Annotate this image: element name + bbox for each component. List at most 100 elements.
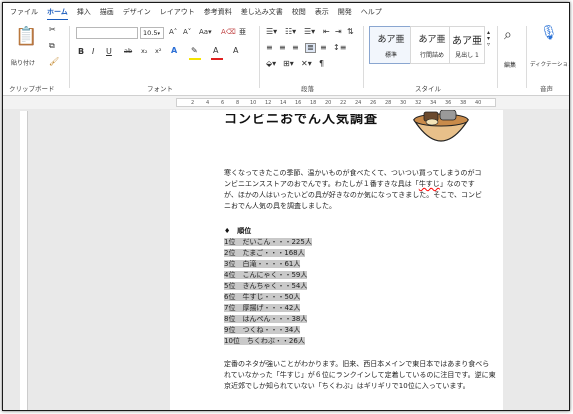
list-item: 6位 牛すじ・・・50人 — [224, 292, 312, 303]
search-icon[interactable]: ⌕ — [504, 28, 512, 42]
char-shading-button[interactable]: A — [233, 47, 238, 55]
list-item: 2位 たまご・・・168人 — [224, 248, 312, 259]
bullets-icon[interactable]: ☰▾ — [266, 28, 277, 36]
tab-mailings[interactable]: 差し込み文書 — [241, 7, 283, 17]
grow-font-icon[interactable]: A˄ — [169, 29, 177, 36]
paragraph-group-label: 段落 — [301, 85, 314, 93]
line-spacing-icon[interactable]: ↕≡ — [333, 44, 346, 52]
rank-text: 1位 だいこん・・・225人 — [224, 238, 312, 246]
align-right-icon[interactable]: ≡ — [292, 44, 299, 52]
tab-file[interactable]: ファイル — [10, 7, 38, 17]
style-sample: あア亜 — [377, 35, 405, 45]
rank-text: 2位 たまご・・・168人 — [224, 249, 305, 257]
dictation-label[interactable]: ディクテーション — [530, 60, 569, 68]
horizontal-ruler-bar: 2 4 6 8 10 12 14 16 18 20 22 24 26 28 30… — [3, 96, 569, 109]
style-heading-1[interactable]: あア亜 見出し 1 — [449, 26, 485, 64]
align-left-icon[interactable]: ≡ — [266, 44, 273, 52]
show-marks-icon[interactable]: ¶ — [319, 60, 324, 68]
list-item: 3位 白滝・・・・61人 — [224, 259, 312, 270]
document-page[interactable]: コンビニおでん人気調査 寒くなってきたこの季節、温かいものが食べたくて、ついつい… — [170, 110, 503, 410]
list-item: 5位 きんちゃく・・54人 — [224, 281, 312, 292]
justify-icon[interactable]: ≣ — [305, 43, 316, 53]
text-effects-button[interactable]: A — [171, 47, 177, 55]
tab-review[interactable]: 校閲 — [292, 7, 306, 17]
align-center-icon[interactable]: ≡ — [279, 44, 286, 52]
style-normal[interactable]: あア亜 標準 — [369, 26, 413, 64]
tab-home[interactable]: ホーム — [47, 7, 68, 21]
clipboard-group-label: クリップボード — [9, 85, 55, 93]
rank-text: 9位 つくね・・・34人 — [224, 326, 301, 334]
ranking-heading: ♦ 順位 — [224, 227, 252, 235]
microphone-icon[interactable]: 🎙 — [540, 26, 558, 40]
styles-more-icon[interactable]: ▴ ▾ ▿ — [487, 30, 490, 48]
rank-text: 10位 ちくわぶ・・26人 — [224, 337, 305, 345]
horizontal-ruler[interactable]: 2 4 6 8 10 12 14 16 18 20 22 24 26 28 30… — [176, 98, 496, 107]
highlight-button[interactable]: ✎ — [191, 47, 198, 55]
tab-help[interactable]: ヘルプ — [361, 7, 382, 17]
divider — [69, 26, 70, 88]
ruler-tick: 22 — [340, 100, 347, 106]
style-no-spacing[interactable]: あア亜 行間詰め — [410, 26, 454, 64]
tab-developer[interactable]: 開発 — [338, 7, 352, 17]
vertical-ruler[interactable] — [20, 111, 28, 410]
ruler-tick: 4 — [206, 100, 210, 106]
style-label: 見出し 1 — [455, 52, 479, 59]
style-sample: あア亜 — [452, 36, 482, 47]
tab-design[interactable]: デザイン — [123, 7, 151, 17]
distribute-icon[interactable]: ≡ — [320, 44, 327, 52]
editing-label[interactable]: 編集 — [504, 60, 516, 69]
styles-group: あア亜 標準 あア亜 行間詰め あア亜 見出し 1 ▴ ▾ ▿ スタイル — [365, 20, 495, 96]
document-title: コンビニおでん人気調査 — [224, 112, 379, 127]
rank-text: 3位 白滝・・・・61人 — [224, 260, 301, 268]
voice-group-label: 音声 — [540, 85, 553, 93]
increase-indent-icon[interactable]: ⇥ — [335, 28, 342, 36]
tab-draw[interactable]: 描画 — [100, 7, 114, 17]
font-name-select[interactable] — [76, 27, 138, 39]
sort-icon[interactable]: ⇅ — [347, 28, 354, 36]
font-color-bar — [211, 58, 223, 60]
divider — [363, 26, 364, 88]
phonetic-icon[interactable]: 亜 — [239, 29, 246, 36]
rank-text: 8位 はんぺん・・・38人 — [224, 315, 308, 323]
rank-text: 7位 厚揚げ・・・42人 — [224, 304, 301, 312]
tab-references[interactable]: 参考資料 — [204, 7, 232, 17]
asian-layout-icon[interactable]: ✕▾ — [301, 60, 312, 68]
ruler-tick: 38 — [460, 100, 467, 106]
strikethrough-button[interactable]: ab — [124, 48, 132, 55]
paste-icon[interactable]: 📋 — [15, 28, 37, 46]
italic-button[interactable]: I — [92, 48, 94, 56]
list-item: 1位 だいこん・・・225人 — [224, 237, 312, 248]
shrink-font-icon[interactable]: A˅ — [183, 29, 191, 36]
font-color-button[interactable]: A — [213, 47, 218, 55]
tab-layout[interactable]: レイアウト — [160, 7, 195, 17]
multilevel-list-icon[interactable]: ☰▾ — [304, 28, 315, 36]
ruler-tick: 10 — [250, 100, 257, 106]
cut-icon[interactable]: ✂ — [49, 26, 56, 34]
borders-icon[interactable]: ⊞▾ — [283, 60, 294, 68]
styles-group-label: スタイル — [415, 85, 441, 93]
spelling-flagged-word[interactable]: 牛すじ — [419, 180, 440, 188]
paste-label[interactable]: 貼り付け — [11, 58, 35, 67]
underline-button[interactable]: U — [106, 48, 112, 56]
shading-icon[interactable]: ⬙▾ — [266, 60, 276, 68]
ruler-tick: 26 — [370, 100, 377, 106]
ranking-list: 1位 だいこん・・・225人 2位 たまご・・・168人 3位 白滝・・・・61… — [224, 237, 312, 347]
divider — [259, 26, 260, 88]
subscript-button[interactable]: x₂ — [141, 48, 147, 55]
ruler-tick: 40 — [475, 100, 482, 106]
numbering-icon[interactable]: ☷▾ — [285, 28, 296, 36]
ruler-tick: 32 — [415, 100, 422, 106]
decrease-indent-icon[interactable]: ⇤ — [323, 28, 330, 36]
tab-insert[interactable]: 挿入 — [77, 7, 91, 17]
list-item: 4位 こんにゃく・・59人 — [224, 270, 312, 281]
format-painter-icon[interactable]: 🖌 — [49, 58, 59, 66]
copy-icon[interactable]: ⧉ — [49, 42, 55, 50]
change-case-icon[interactable]: Aa▾ — [199, 29, 212, 36]
font-size-select[interactable]: 10.5▾ — [140, 27, 164, 39]
superscript-button[interactable]: x² — [155, 48, 161, 55]
bold-button[interactable]: B — [78, 48, 84, 56]
clear-format-icon[interactable]: A⌫ — [221, 29, 236, 36]
tab-view[interactable]: 表示 — [315, 7, 329, 17]
style-label: 標準 — [384, 52, 397, 59]
ruler-tick: 2 — [191, 100, 195, 106]
